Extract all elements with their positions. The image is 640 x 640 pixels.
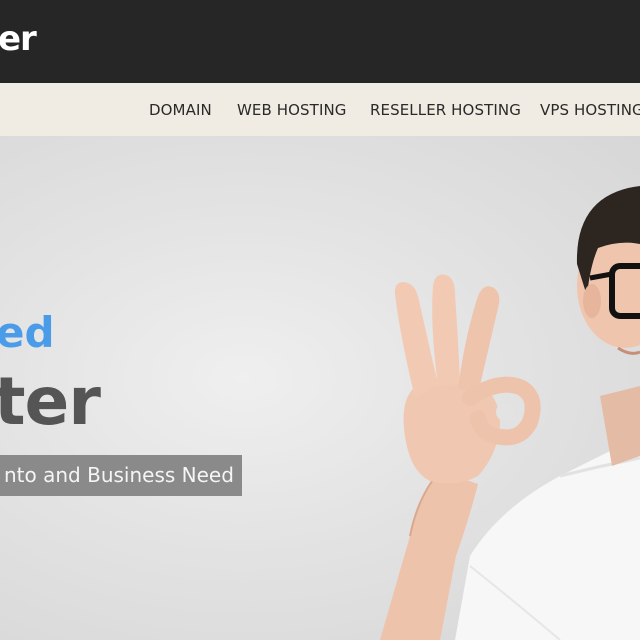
nav-item-reseller-hosting[interactable]: RESELLER HOSTING (370, 100, 521, 120)
nav-item-vps-hosting[interactable]: VPS HOSTING (540, 100, 640, 120)
nav-item-web-hosting[interactable]: WEB HOSTING (237, 100, 347, 120)
hero-heading-accent: ed (0, 308, 55, 357)
hero-banner: ed ter nto and Business Need (0, 136, 640, 640)
top-header-bar: er (0, 0, 640, 83)
main-navigation: DOMAIN WEB HOSTING RESELLER HOSTING VPS … (0, 83, 640, 136)
hero-tagline: nto and Business Need (0, 455, 242, 496)
nav-item-domain[interactable]: DOMAIN (149, 100, 212, 120)
hero-heading-main: ter (0, 363, 101, 440)
site-logo[interactable]: er (0, 14, 37, 64)
